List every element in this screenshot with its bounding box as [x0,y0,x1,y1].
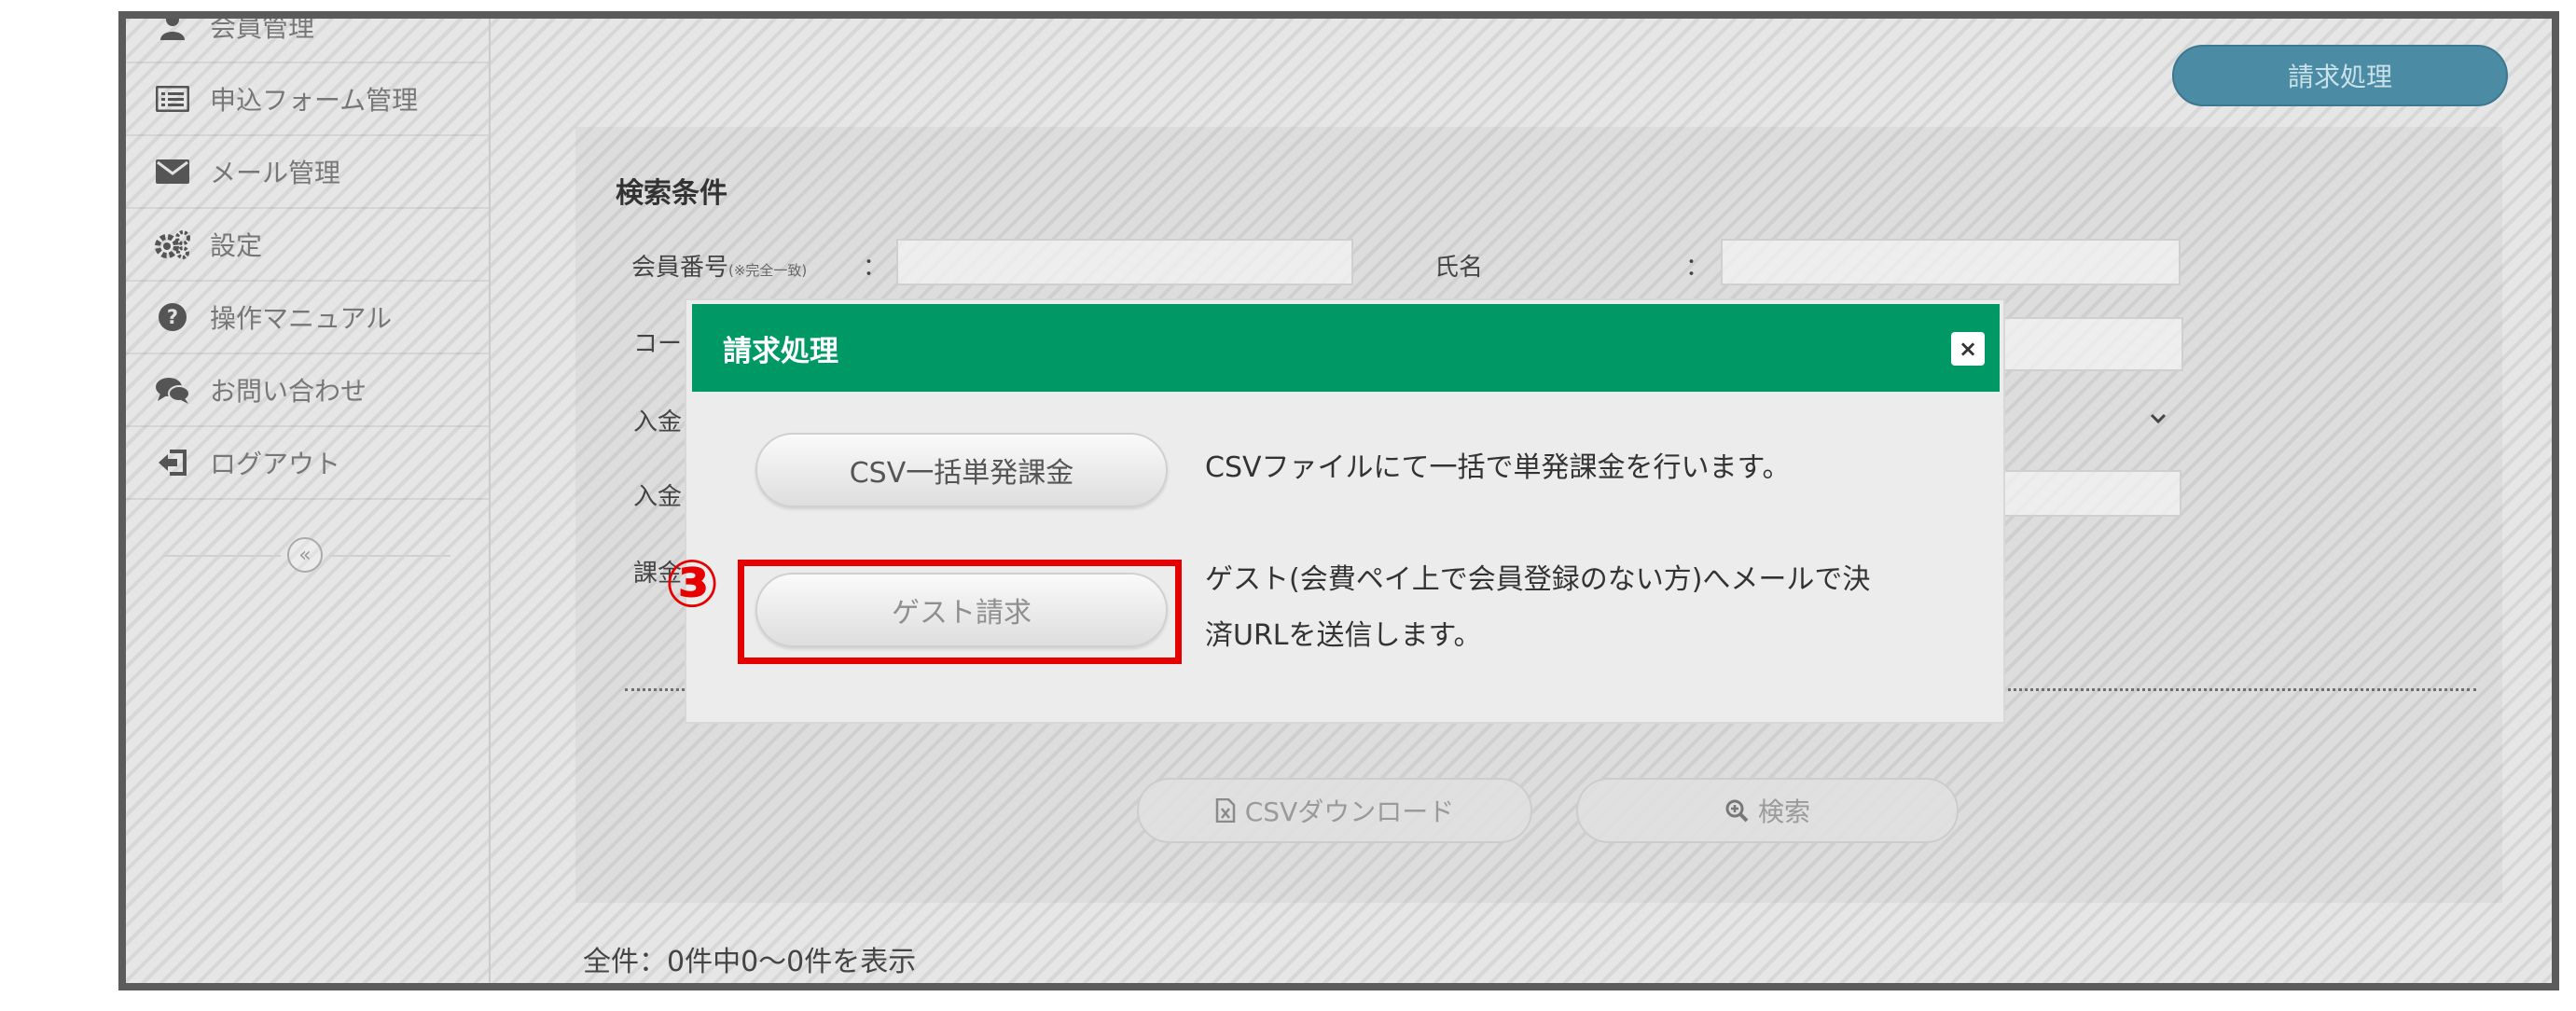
chat-bubbles-icon [154,371,191,409]
member-number-colon: ： [863,254,888,282]
sidebar-item-forms[interactable]: 申込フォーム管理 [126,63,489,136]
sidebar-item-label: 申込フォーム管理 [210,85,419,116]
chevron-down-icon[interactable] [2150,407,2167,430]
sidebar-item-label: ログアウト [210,449,341,479]
sign-out-icon [154,444,191,481]
member-number-input[interactable] [896,239,1353,285]
sidebar-item-label: メール管理 [210,158,341,188]
collapse-divider [163,555,281,557]
search-button[interactable]: 検索 [1576,778,1959,843]
gears-icon [154,226,191,263]
envelope-icon [154,153,191,190]
guest-description-line: ゲスト(会費ペイ上で会員登録のない方)へメールで決 [1205,563,1871,596]
form-list-icon [154,80,191,118]
sidebar-item-label: お問い合わせ [210,376,367,407]
result-count: 全件：0件中0〜0件を表示 [583,946,917,978]
sidebar-item-manual[interactable]: ? 操作マニュアル [126,282,489,354]
user-icon [154,19,191,45]
guest-description-line: 済URLを送信します。 [1205,619,1482,652]
sidebar-item-label: 設定 [210,230,263,261]
code-label: コー [633,330,683,358]
member-number-label: 会員番号(※完全一致) [631,254,808,282]
name-input[interactable] [1721,239,2181,285]
code-input[interactable] [2001,317,2183,371]
sidebar-item-contact[interactable]: お問い合わせ [126,354,489,427]
sidebar: 会員管理 申込フォーム管理 メール管理 設定 ? 操作マニュアル お問い合わせ … [126,19,491,983]
question-circle-icon: ? [154,298,191,336]
sidebar-item-label: 操作マニュアル [210,303,393,334]
payment-date-label: 入金 [633,483,683,511]
modal-close-button[interactable]: × [1951,332,1985,366]
svg-text:?: ? [167,306,178,328]
sidebar-item-members[interactable]: 会員管理 [126,12,489,63]
payment-date-input[interactable] [2001,470,2181,517]
payment-status-label: 入金 [633,409,683,436]
guest-billing-description: ゲスト(会費ペイ上で会員登録のない方)へメールで決 済URLを送信します。 [1205,552,1870,664]
name-colon: ： [1685,254,1710,282]
sidebar-item-settings[interactable]: 設定 [126,209,489,282]
csv-bulk-charge-description: CSVファイルにて一括で単発課金を行います。 [1205,451,1791,484]
file-excel-icon [1215,798,1235,823]
csv-download-button[interactable]: CSVダウンロード [1137,778,1532,843]
sidebar-item-logout[interactable]: ログアウト [126,427,489,500]
member-number-note: (※完全一致) [728,262,808,279]
modal-header: 請求処理 × [692,304,2000,392]
double-chevron-left-icon: « [298,543,312,567]
sidebar-item-label: 会員管理 [210,12,315,43]
csv-bulk-charge-button[interactable]: CSV一括単発課金 [755,433,1168,507]
zoom-in-icon [1725,799,1749,823]
sidebar-item-mail[interactable]: メール管理 [126,136,489,209]
search-title: 検索条件 [616,177,727,210]
close-icon: × [1958,336,1978,362]
sidebar-collapse-button[interactable]: « [287,537,323,573]
billing-button[interactable]: 請求処理 [2172,45,2508,106]
step-number-badge: ③ [664,546,720,622]
name-label: 氏名 [1434,254,1484,282]
collapse-divider [329,555,450,557]
modal-title: 請求処理 [723,334,838,368]
guest-billing-highlight [738,560,1182,664]
